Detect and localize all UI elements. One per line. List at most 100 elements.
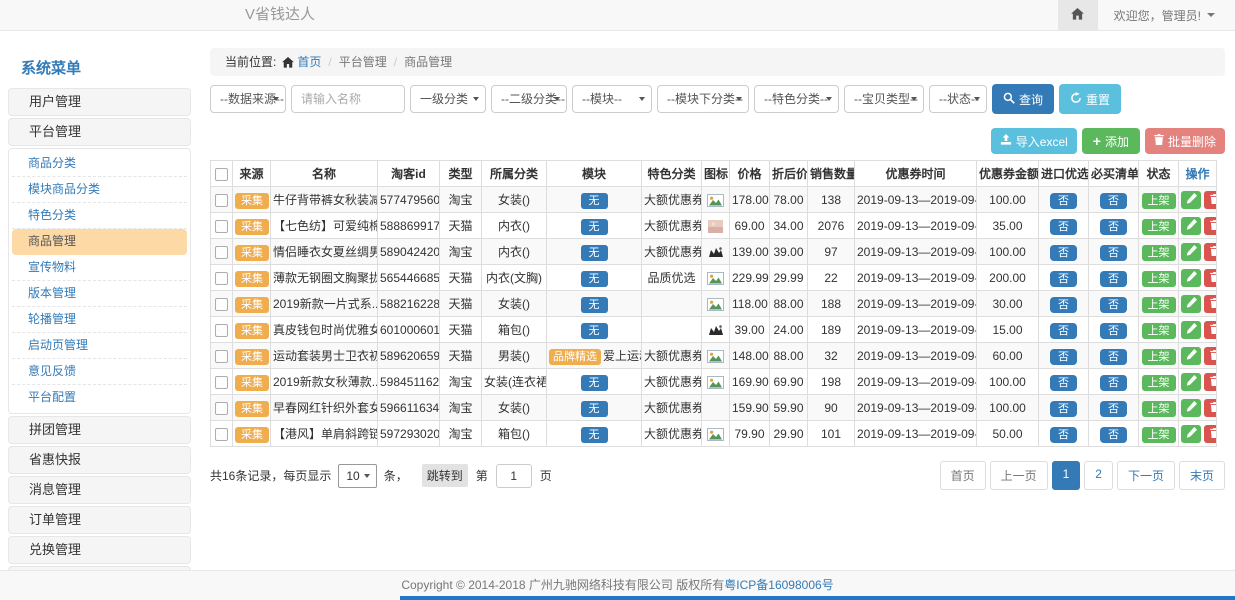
edit-button[interactable] [1181, 399, 1201, 417]
import-toggle-button[interactable]: 否 [1050, 375, 1077, 391]
sidebar-item[interactable]: 商品分类 [12, 151, 187, 177]
edit-button[interactable] [1181, 321, 1201, 339]
filter-select[interactable]: --状态-- [929, 85, 987, 113]
page-button[interactable]: 2 [1084, 461, 1113, 490]
import-toggle-button[interactable]: 否 [1050, 323, 1077, 339]
page-button[interactable]: 上一页 [990, 461, 1048, 490]
sidebar-item[interactable]: 意见反馈 [12, 359, 187, 385]
delete-button[interactable] [1204, 191, 1217, 209]
sidebar-item[interactable]: 模块商品分类 [12, 177, 187, 203]
must-buy-toggle-button[interactable]: 否 [1100, 271, 1127, 287]
import-toggle-button[interactable]: 否 [1050, 427, 1077, 443]
import-excel-button[interactable]: 导入excel [991, 128, 1077, 154]
sidebar-section[interactable]: 拼团管理 [8, 416, 191, 444]
import-toggle-button[interactable]: 否 [1050, 193, 1077, 209]
sidebar-item[interactable]: 启动页管理 [12, 333, 187, 359]
import-toggle-button[interactable]: 否 [1050, 271, 1077, 287]
add-button[interactable]: + 添加 [1082, 128, 1140, 154]
edit-button[interactable] [1181, 269, 1201, 287]
status-button[interactable]: 上架 [1142, 193, 1176, 209]
page-button[interactable]: 下一页 [1117, 461, 1175, 490]
row-checkbox[interactable] [215, 402, 228, 415]
delete-button[interactable] [1204, 373, 1217, 391]
sidebar-item[interactable]: 轮播管理 [12, 307, 187, 333]
sidebar-section[interactable]: 兑换管理 [8, 536, 191, 564]
home-button[interactable] [1058, 0, 1098, 30]
edit-button[interactable] [1181, 243, 1201, 261]
select-all-checkbox[interactable] [215, 168, 228, 181]
must-buy-toggle-button[interactable]: 否 [1100, 427, 1127, 443]
page-button[interactable]: 末页 [1179, 461, 1225, 490]
filter-select[interactable]: --特色分类-- [754, 85, 839, 113]
filter-select[interactable]: --模块-- [572, 85, 652, 113]
delete-button[interactable] [1204, 295, 1217, 313]
status-button[interactable]: 上架 [1142, 271, 1176, 287]
delete-button[interactable] [1204, 321, 1217, 339]
row-checkbox[interactable] [215, 324, 228, 337]
status-button[interactable]: 上架 [1142, 245, 1176, 261]
reset-button[interactable]: 重置 [1059, 84, 1121, 114]
page-button[interactable]: 1 [1052, 461, 1081, 490]
row-checkbox[interactable] [215, 194, 228, 207]
sidebar-section[interactable]: 订单管理 [8, 506, 191, 534]
row-checkbox[interactable] [215, 220, 228, 233]
import-toggle-button[interactable]: 否 [1050, 219, 1077, 235]
batch-delete-button[interactable]: 批量删除 [1145, 128, 1225, 154]
must-buy-toggle-button[interactable]: 否 [1100, 245, 1127, 261]
import-toggle-button[interactable]: 否 [1050, 401, 1077, 417]
sidebar-section[interactable]: 平台管理 [8, 118, 191, 146]
delete-button[interactable] [1204, 217, 1217, 235]
status-button[interactable]: 上架 [1142, 349, 1176, 365]
sidebar-section[interactable]: 消息管理 [8, 476, 191, 504]
import-toggle-button[interactable]: 否 [1050, 245, 1077, 261]
must-buy-toggle-button[interactable]: 否 [1100, 323, 1127, 339]
row-checkbox[interactable] [215, 246, 228, 259]
delete-button[interactable] [1204, 269, 1217, 287]
name-search-input[interactable] [291, 85, 405, 113]
sidebar-item[interactable]: 平台配置 [12, 385, 187, 411]
edit-button[interactable] [1181, 373, 1201, 391]
filter-select[interactable]: 一级分类 [410, 85, 486, 113]
row-checkbox[interactable] [215, 272, 228, 285]
jump-to-button[interactable]: 跳转到 [422, 464, 468, 487]
filter-select[interactable]: --数据来源-- [210, 85, 286, 113]
sidebar-section[interactable]: 省惠快报 [8, 446, 191, 474]
delete-button[interactable] [1204, 243, 1217, 261]
row-checkbox[interactable] [215, 298, 228, 311]
icp-link[interactable]: 粤ICP备16098006号 [724, 578, 833, 592]
status-button[interactable]: 上架 [1142, 323, 1176, 339]
status-button[interactable]: 上架 [1142, 219, 1176, 235]
per-page-select[interactable]: 10 [338, 464, 376, 488]
status-button[interactable]: 上架 [1142, 401, 1176, 417]
must-buy-toggle-button[interactable]: 否 [1100, 297, 1127, 313]
edit-button[interactable] [1181, 295, 1201, 313]
edit-button[interactable] [1181, 425, 1201, 443]
page-jump-input[interactable] [496, 464, 532, 488]
breadcrumb-home-link[interactable]: 首页 [282, 48, 321, 76]
must-buy-toggle-button[interactable]: 否 [1100, 375, 1127, 391]
status-button[interactable]: 上架 [1142, 375, 1176, 391]
user-menu[interactable]: 欢迎您，管理员! [1114, 7, 1215, 24]
must-buy-toggle-button[interactable]: 否 [1100, 401, 1127, 417]
must-buy-toggle-button[interactable]: 否 [1100, 219, 1127, 235]
edit-button[interactable] [1181, 347, 1201, 365]
query-button[interactable]: 查询 [992, 84, 1054, 114]
delete-button[interactable] [1204, 425, 1217, 443]
sidebar-item[interactable]: 版本管理 [12, 281, 187, 307]
sidebar-section[interactable]: 用户管理 [8, 88, 191, 116]
import-toggle-button[interactable]: 否 [1050, 297, 1077, 313]
status-button[interactable]: 上架 [1142, 297, 1176, 313]
edit-button[interactable] [1181, 191, 1201, 209]
delete-button[interactable] [1204, 399, 1217, 417]
must-buy-toggle-button[interactable]: 否 [1100, 349, 1127, 365]
filter-select[interactable]: --二级分类-- [491, 85, 567, 113]
status-button[interactable]: 上架 [1142, 427, 1176, 443]
sidebar-item[interactable]: 商品管理 [12, 229, 187, 255]
row-checkbox[interactable] [215, 350, 228, 363]
page-button[interactable]: 首页 [940, 461, 986, 490]
edit-button[interactable] [1181, 217, 1201, 235]
row-checkbox[interactable] [215, 428, 228, 441]
filter-select[interactable]: --宝贝类型-- [844, 85, 924, 113]
filter-select[interactable]: --模块下分类-- [657, 85, 749, 113]
sidebar-item[interactable]: 特色分类 [12, 203, 187, 229]
